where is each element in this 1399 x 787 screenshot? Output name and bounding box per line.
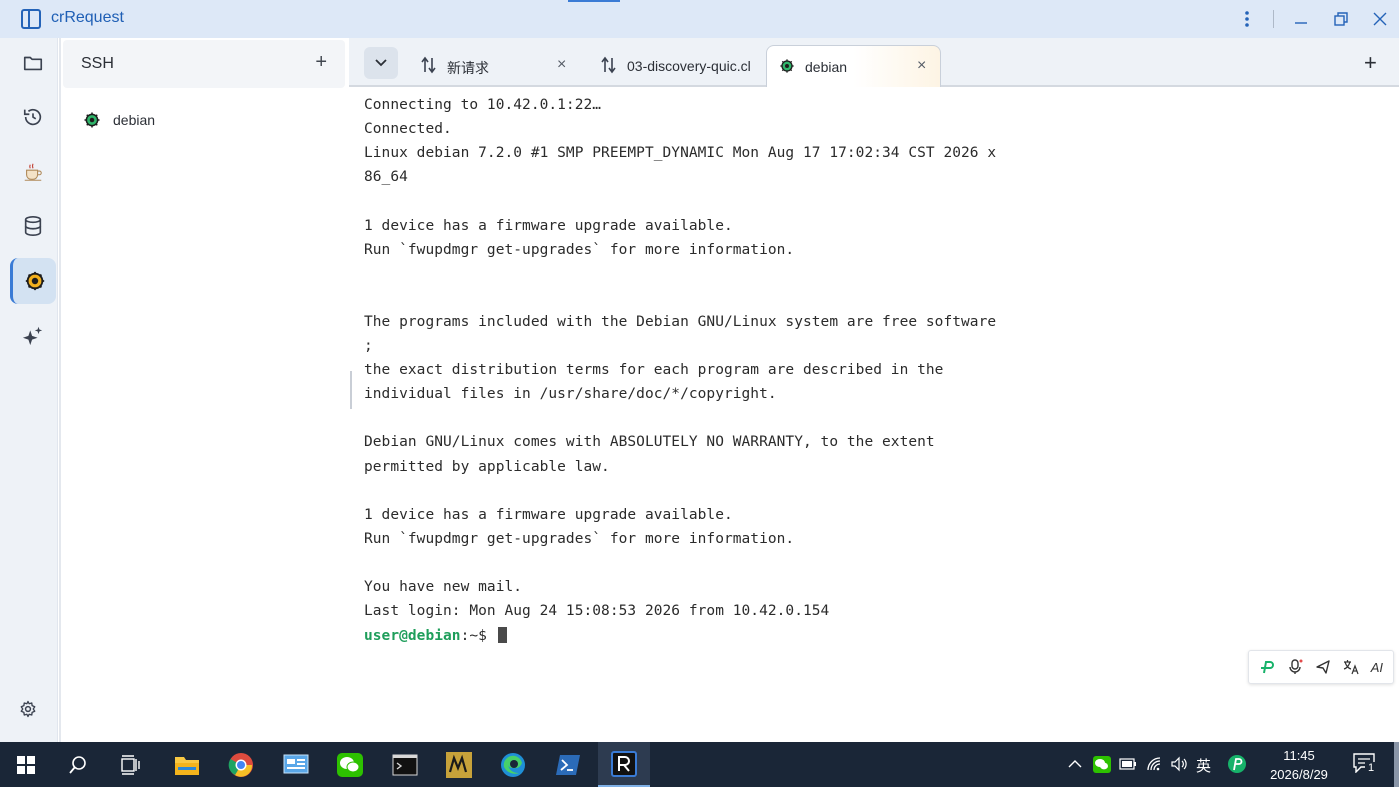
terminal-line: You have new mail. <box>364 579 523 595</box>
terminal-line: Debian GNU/Linux comes with ABSOLUTELY N… <box>364 434 935 451</box>
terminal-line: 86_64 <box>364 169 408 186</box>
app-title: crRequest <box>51 9 124 26</box>
linux-penguin-icon <box>84 112 100 128</box>
terminal-line: 1 device has a firmware upgrade availabl… <box>364 217 733 234</box>
ssh-panel: SSH + debian <box>59 38 349 742</box>
more-vertical-icon[interactable] <box>1227 0 1267 38</box>
terminal-line: individual files in /usr/share/doc/*/cop… <box>364 386 777 403</box>
history-icon[interactable] <box>10 94 56 140</box>
terminal-prompt-line[interactable]: user@debian:~$ <box>364 627 507 644</box>
title-bar: crRequest <box>0 0 1399 38</box>
pinyin-logo-icon[interactable] <box>1259 659 1275 675</box>
terminal-line: Run `fwupdmgr get-upgrades` for more inf… <box>364 530 795 547</box>
terminal-line: 1 device has a firmware upgrade availabl… <box>364 506 733 523</box>
windows-start-icon[interactable] <box>0 742 52 787</box>
clock-time: 11:45 <box>1283 748 1315 763</box>
chevron-up-icon[interactable] <box>1068 759 1082 769</box>
prompt-suffix: :~$ <box>460 628 496 645</box>
terminal-output[interactable]: Connecting to 10.42.0.1:22… Connected. Lin… <box>349 89 1399 742</box>
terminal-line: ; <box>364 338 373 354</box>
clock-date: 2026/8/29 <box>1270 767 1328 782</box>
pinyin-logo-icon[interactable] <box>1228 755 1246 773</box>
drag-accent <box>568 0 620 2</box>
add-ssh-button[interactable]: + <box>315 51 327 74</box>
tab-label: debian <box>805 59 848 75</box>
tab-strip: 新请求 × 03-discovery-quic.cl debian × + <box>349 38 1399 87</box>
tab-close-button[interactable]: × <box>557 56 566 74</box>
terminal-line: the exact distribution terms for each pr… <box>364 362 944 379</box>
new-tab-button[interactable]: + <box>1364 50 1377 76</box>
taskbar: 英 11:45 2026/8/29 1 <box>0 742 1399 787</box>
linux-penguin-icon[interactable] <box>10 258 56 304</box>
powershell-icon[interactable] <box>542 742 594 787</box>
taskbar-clock[interactable]: 11:45 2026/8/29 <box>1262 746 1336 784</box>
control-panel-icon[interactable] <box>270 742 322 787</box>
battery-icon[interactable] <box>1119 758 1137 770</box>
titlebar-separator <box>1273 10 1274 28</box>
terminal-line: Connecting to 10.42.0.1:22… <box>364 97 602 113</box>
minimize-button[interactable] <box>1281 0 1321 38</box>
ssh-panel-title: SSH <box>81 55 114 72</box>
crrequest-icon[interactable] <box>598 742 650 787</box>
tab-label: 03-discovery-quic.cl <box>627 58 751 74</box>
wechat-icon[interactable] <box>1093 756 1111 773</box>
linux-penguin-icon <box>780 59 794 73</box>
task-view-icon[interactable] <box>104 742 156 787</box>
close-button[interactable] <box>1360 0 1399 38</box>
tab-label: 新请求 <box>447 60 489 76</box>
request-arrows-icon <box>421 56 436 74</box>
terminal-line: Run `fwupdmgr get-upgrades` for more inf… <box>364 241 795 258</box>
chrome-icon[interactable] <box>215 742 267 787</box>
terminal-scroll-marker <box>350 371 352 409</box>
terminal-line: Connected. <box>364 121 452 138</box>
search-icon[interactable] <box>52 742 104 787</box>
notification-center-icon[interactable]: 1 <box>1353 753 1377 775</box>
tab-close-button[interactable]: × <box>917 57 926 75</box>
file-explorer-icon[interactable] <box>161 742 213 787</box>
terminal-line: Linux debian 7.2.0 #1 SMP PREEMPT_DYNAMI… <box>364 145 997 162</box>
ime-toolbar: AI <box>1248 650 1394 684</box>
chevron-down-icon <box>375 59 387 67</box>
terminal-line: Last login: Mon Aug 24 15:08:53 2026 fro… <box>364 603 830 620</box>
terminal-line: The programs included with the Debian GN… <box>364 313 997 330</box>
ime-mode-label[interactable]: 英 <box>1196 755 1211 776</box>
notification-count-badge: 1 <box>1365 762 1377 775</box>
sparkles-icon[interactable] <box>10 312 56 358</box>
ssh-host-label: debian <box>113 112 156 128</box>
microphone-icon[interactable] <box>1287 659 1303 675</box>
network-icon[interactable] <box>1146 756 1164 772</box>
folder-icon[interactable] <box>10 40 56 86</box>
wechat-icon[interactable] <box>324 742 376 787</box>
terminal-line: permitted by applicable law. <box>364 458 610 475</box>
tab-debian[interactable]: debian × <box>766 45 941 87</box>
app-logo-icon <box>21 9 41 29</box>
send-icon[interactable] <box>1315 659 1331 675</box>
edge-icon[interactable] <box>487 742 539 787</box>
database-icon[interactable] <box>10 203 56 249</box>
ai-text-icon[interactable]: AI <box>1371 660 1383 675</box>
tab-discovery-quic[interactable]: 03-discovery-quic.cl <box>589 45 764 87</box>
activity-bar <box>0 38 58 742</box>
translate-icon[interactable] <box>1343 659 1359 675</box>
m3-app-icon[interactable] <box>433 742 485 787</box>
terminal-icon[interactable] <box>379 742 431 787</box>
show-desktop-button[interactable] <box>1394 742 1399 787</box>
gear-icon[interactable] <box>19 700 37 718</box>
request-arrows-icon <box>601 56 616 74</box>
tab-new-request[interactable]: 新请求 × <box>409 45 579 87</box>
coffee-icon[interactable] <box>10 149 56 195</box>
restore-button[interactable] <box>1321 0 1361 38</box>
volume-icon[interactable] <box>1171 756 1189 772</box>
terminal-cursor <box>497 627 507 644</box>
prompt-user: user@debian <box>364 628 461 645</box>
ssh-host-item[interactable]: debian <box>83 108 155 132</box>
ssh-panel-header: SSH + <box>63 40 345 88</box>
tab-list-dropdown[interactable] <box>364 47 398 79</box>
